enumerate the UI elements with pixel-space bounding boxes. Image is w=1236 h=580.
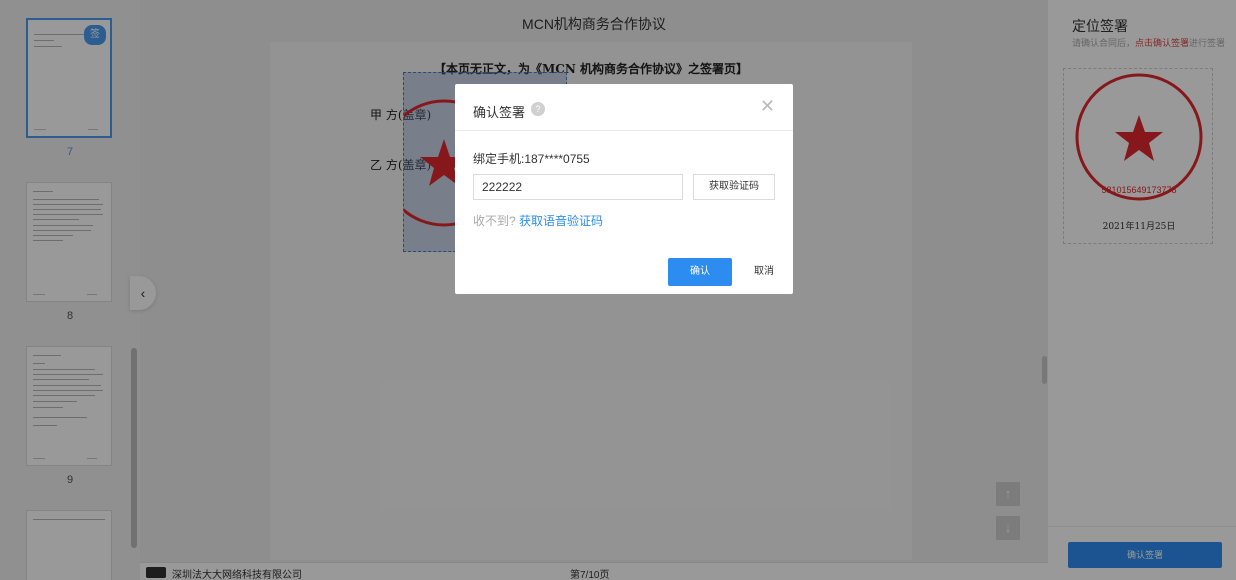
dialog-divider: [455, 130, 793, 131]
cancel-button[interactable]: 取消: [739, 258, 789, 286]
verification-code-input[interactable]: [473, 174, 683, 200]
voice-code-link[interactable]: 获取语音验证码: [519, 214, 603, 228]
confirm-sign-dialog: 确认签署 ? ✕ 绑定手机:187****0755 获取验证码 收不到? 获取语…: [455, 84, 793, 294]
bound-phone: 绑定手机:187****0755: [473, 152, 590, 166]
dialog-title: 确认签署: [473, 105, 526, 120]
help-icon[interactable]: ?: [531, 102, 545, 116]
get-code-button[interactable]: 获取验证码: [693, 174, 775, 200]
confirm-button[interactable]: 确认: [668, 258, 732, 286]
close-icon[interactable]: ✕: [760, 96, 775, 117]
not-received-hint: 收不到? 获取语音验证码: [473, 214, 604, 228]
